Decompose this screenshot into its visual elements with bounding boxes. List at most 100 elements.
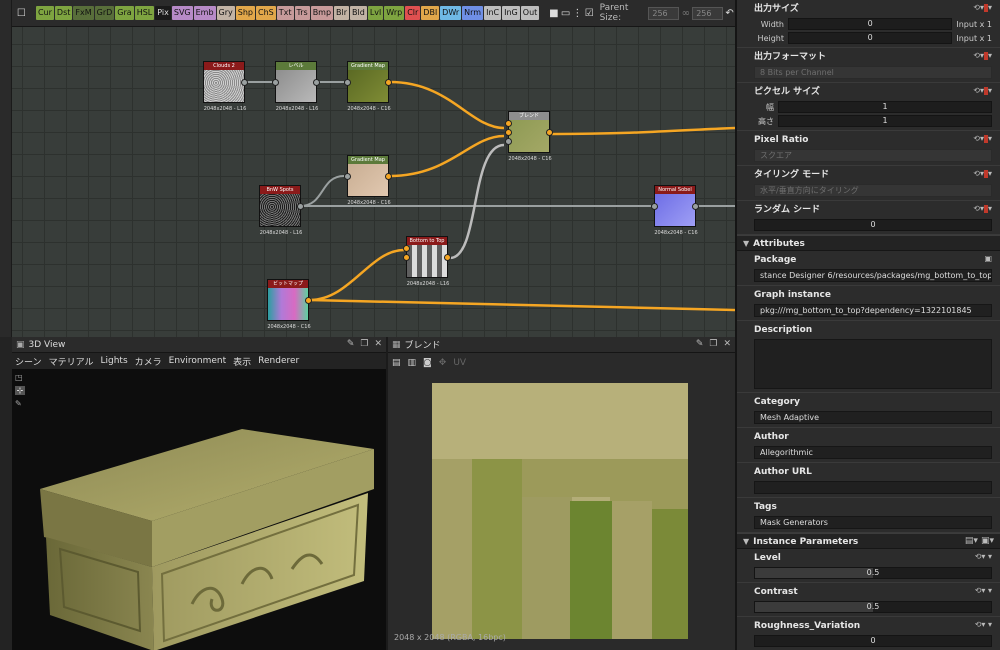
author-field[interactable]: Allegorithmic	[754, 446, 992, 459]
menu-item[interactable]: シーン	[15, 355, 42, 368]
pixel-width-slider[interactable]: 1	[778, 101, 992, 113]
category-label: Category	[754, 397, 801, 407]
pixel-height-slider[interactable]: 1	[778, 115, 992, 127]
output-port[interactable]	[385, 79, 392, 86]
menu-item[interactable]: カメラ	[135, 355, 162, 368]
output-port[interactable]	[241, 79, 248, 86]
properties-panel: 出力サイズ ⟲▾ ▾ Width 0 Input x 1 Height 0 Inp…	[735, 0, 1000, 650]
wire	[309, 248, 405, 302]
node-bnw[interactable]: BnW Spots 2048x2048 - L16	[259, 185, 304, 236]
texture-band	[570, 501, 612, 639]
input-port[interactable]	[272, 79, 279, 86]
texture-band	[612, 501, 652, 639]
inherit-icon[interactable]: ⟲▾ ▾	[973, 86, 992, 95]
author-url-label: Author URL	[754, 467, 812, 477]
menu-item[interactable]: Lights	[100, 356, 127, 366]
pin-icon[interactable]: ✎	[696, 339, 704, 349]
output-format-dropdown[interactable]: 8 Bits per Channel	[754, 66, 992, 79]
category-field[interactable]: Mesh Adaptive	[754, 411, 992, 424]
stone-box-model	[40, 429, 374, 650]
node-clouds[interactable]: Clouds 2 2048x2048 - L16	[203, 61, 248, 112]
input-port[interactable]	[505, 129, 512, 136]
input-port[interactable]	[505, 138, 512, 145]
inherit-icon[interactable]: ⟲▾ ▾	[975, 586, 992, 595]
inherit-icon[interactable]: ⟲▾ ▾	[973, 169, 992, 178]
node-gmap2[interactable]: Gradient Map 2048x2048 - C16	[344, 155, 392, 206]
menu-item[interactable]: マテリアル	[49, 355, 94, 368]
close-icon[interactable]: ✕	[723, 339, 731, 349]
input-port[interactable]	[344, 79, 351, 86]
texture-preview[interactable]	[432, 383, 688, 639]
inherit-icon[interactable]: ⟲▾ ▾	[973, 51, 992, 60]
node-blend[interactable]: ブレンド 2048x2048 - C16	[505, 111, 553, 162]
package-label: Package	[754, 255, 797, 265]
attributes-section-header[interactable]: ▼ Attributes	[737, 235, 1000, 251]
menu-item[interactable]: Environment	[169, 356, 226, 366]
output-port[interactable]	[305, 297, 312, 304]
output-port[interactable]	[313, 79, 320, 86]
tags-field[interactable]: Mask Generators	[754, 516, 992, 529]
inherit-icon[interactable]: ⟲▾ ▾	[975, 552, 992, 561]
level-slider[interactable]: 0.5	[754, 567, 992, 579]
output-port[interactable]	[297, 203, 304, 210]
width-slider[interactable]: 0	[788, 18, 953, 30]
menu-item[interactable]: Renderer	[258, 356, 299, 366]
2d-view-status: 2048 x 2048 (RGBA, 16bpc)	[394, 633, 506, 642]
contrast-slider[interactable]: 0.5	[754, 601, 992, 613]
save-icon[interactable]: ▥	[408, 358, 417, 368]
random-seed-slider[interactable]: 0	[754, 219, 992, 231]
node-gmap1[interactable]: Gradient Map 2048x2048 - C16	[344, 61, 392, 112]
graph-instance-field[interactable]: pkg:///mg_bottom_to_top?dependency=13221…	[754, 304, 992, 317]
2d-view-title: ブレンド	[404, 341, 441, 351]
channels-icon[interactable]: ▤	[392, 358, 401, 368]
float-icon[interactable]: ❐	[709, 339, 717, 349]
output-port[interactable]	[385, 173, 392, 180]
node-caption: 2048x2048 - C16	[267, 324, 311, 330]
description-field[interactable]	[754, 339, 992, 389]
output-port[interactable]	[444, 254, 451, 261]
3d-view-panel: ▣ 3D View ✎ ❐ ✕ シーン マテリアル Lights カメラ Environme…	[12, 337, 386, 650]
input-port[interactable]	[505, 120, 512, 127]
3d-view-menubar: シーン マテリアル Lights カメラ Environment 表示 Renderer	[12, 353, 386, 369]
graph-editor[interactable]: ☐ Cur Dst FxM GrD Gra HSL Pix SVG Emb Gry Shp ChS Tx…	[0, 0, 735, 337]
node-b2t[interactable]: Bottom to Top 2048x2048 - L16	[403, 236, 451, 287]
2d-view-toolbar: ▤ ▥ ◙ ✥ UV	[388, 353, 735, 373]
roughness-slider[interactable]: 0	[754, 635, 992, 647]
transform-icon[interactable]: ✥	[439, 358, 447, 368]
inherit-icon[interactable]: ⟲▾ ▾	[973, 3, 992, 12]
close-icon[interactable]: ✕	[374, 339, 382, 349]
input-port[interactable]	[651, 203, 658, 210]
height-row: Height 0 Input x 1	[754, 32, 992, 44]
snapshot-icon[interactable]: ◙	[423, 358, 432, 368]
pixel-size-label: ピクセル サイズ	[754, 87, 820, 97]
inherit-icon[interactable]: ⟲▾ ▾	[973, 204, 992, 213]
pin-icon[interactable]: ✎	[347, 339, 355, 349]
pixel-height-row: 高さ 1	[754, 115, 992, 127]
node-thumbnail	[407, 245, 447, 277]
pixel-ratio-label: Pixel Ratio	[754, 135, 809, 145]
output-port[interactable]	[546, 129, 553, 136]
texture-band	[652, 509, 688, 639]
output-port[interactable]	[692, 203, 699, 210]
uv-toggle[interactable]: UV	[453, 358, 466, 368]
node-levels[interactable]: レベル 2048x2048 - L16	[272, 61, 320, 112]
instance-parameters-header[interactable]: ▼ Instance Parameters ▤▾ ▣▾	[737, 533, 1000, 549]
author-url-field[interactable]	[754, 481, 992, 494]
folder-icon[interactable]: ▣	[984, 254, 992, 263]
inherit-icon[interactable]: ⟲▾ ▾	[973, 134, 992, 143]
texture-band	[432, 383, 688, 459]
pixel-ratio-dropdown[interactable]: スクエア	[754, 149, 992, 162]
height-slider[interactable]: 0	[788, 32, 953, 44]
input-port[interactable]	[403, 254, 410, 261]
preset-icon[interactable]: ▤▾ ▣▾	[965, 534, 994, 549]
input-port[interactable]	[344, 173, 351, 180]
package-field[interactable]: stance Designer 6/resources/packages/mg_…	[754, 269, 992, 282]
3d-viewport[interactable]	[12, 369, 386, 650]
menu-item[interactable]: 表示	[233, 355, 251, 368]
input-port[interactable]	[403, 245, 410, 252]
tiling-dropdown[interactable]: 水平/垂直方向にタイリング	[754, 184, 992, 197]
inherit-icon[interactable]: ⟲▾ ▾	[975, 620, 992, 629]
float-icon[interactable]: ❐	[360, 339, 368, 349]
node-nrm[interactable]: Normal Sobel 2048x2048 - C16	[651, 185, 699, 236]
node-bitmap[interactable]: ビットマップ 2048x2048 - C16	[267, 279, 312, 330]
